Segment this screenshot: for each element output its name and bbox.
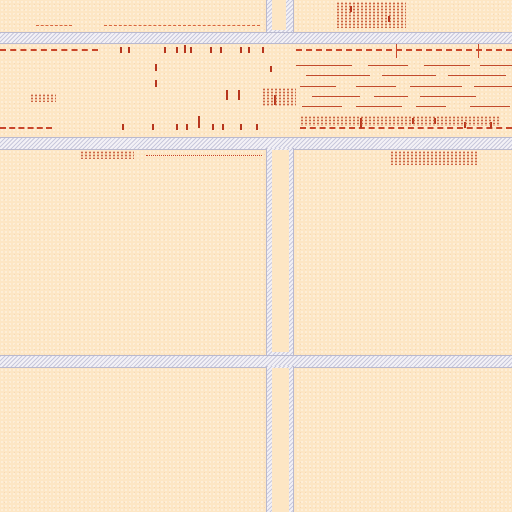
lot-line — [356, 106, 402, 107]
lot-line — [296, 65, 352, 66]
parcel-line-top-left — [36, 25, 72, 26]
block-sw — [0, 368, 265, 512]
block-e-mid — [296, 150, 512, 355]
road-top-h[interactable] — [0, 32, 512, 44]
feature-mark — [220, 47, 222, 53]
lot-line — [424, 65, 470, 66]
lot-line — [470, 106, 510, 107]
parcel-line-band-bottom — [0, 127, 52, 129]
feature-mark — [248, 47, 250, 53]
feature-mark — [210, 47, 212, 53]
feature-mark — [226, 90, 228, 100]
parcel-line-band-top-east — [296, 49, 512, 51]
lot-line — [480, 65, 512, 66]
feature-mark — [120, 47, 122, 53]
building-cluster-e-mid — [390, 151, 478, 165]
map-canvas[interactable] — [0, 0, 512, 512]
road-v-upper-median — [272, 0, 286, 30]
feature-mark — [122, 124, 124, 130]
feature-mark — [238, 90, 240, 100]
parcel-line-band-top — [0, 49, 98, 51]
feature-mark — [198, 116, 200, 128]
building-cluster-band-west — [30, 94, 56, 102]
lot-line — [448, 75, 506, 76]
building-cluster-w-mid — [80, 151, 134, 159]
feature-mark — [128, 47, 130, 53]
parcel-line-top-mid — [104, 25, 260, 26]
road-v-bottom-median — [272, 368, 289, 512]
feature-mark — [262, 47, 264, 53]
lot-line — [416, 106, 446, 107]
lot-line — [312, 96, 360, 97]
feature-mark — [190, 47, 192, 53]
feature-mark — [270, 66, 272, 72]
lot-line — [356, 86, 396, 87]
parcel-line-w-mid — [146, 155, 262, 156]
road-v-lower-median — [272, 150, 289, 352]
feature-mark — [388, 16, 390, 22]
feature-mark — [164, 47, 166, 53]
lot-line — [300, 86, 336, 87]
lot-line — [420, 96, 476, 97]
feature-mark — [256, 124, 258, 130]
feature-mark — [155, 80, 157, 87]
lot-line — [302, 106, 342, 107]
feature-mark — [184, 45, 186, 53]
road-low-h[interactable] — [0, 355, 512, 368]
feature-mark — [240, 47, 242, 53]
feature-mark — [176, 124, 178, 130]
parcel-line-band-bottom-east — [300, 127, 512, 129]
building-cluster-band-mid — [262, 88, 296, 106]
building-cluster-ne — [336, 2, 406, 28]
feature-mark — [222, 124, 224, 130]
feature-mark — [152, 124, 154, 130]
lot-line — [306, 75, 370, 76]
feature-mark — [350, 6, 352, 12]
feature-mark — [176, 47, 178, 53]
feature-mark — [186, 124, 188, 130]
building-cluster-band-east — [300, 116, 500, 126]
feature-mark — [478, 44, 479, 58]
block-nw — [0, 0, 265, 32]
lot-line — [368, 65, 408, 66]
block-se — [296, 368, 512, 512]
lot-line — [410, 86, 462, 87]
feature-mark — [240, 124, 242, 130]
road-mid-h[interactable] — [0, 137, 512, 150]
lot-line — [474, 86, 512, 87]
feature-mark — [212, 124, 214, 130]
feature-mark — [155, 64, 157, 71]
block-w-mid — [0, 150, 265, 355]
lot-line — [374, 96, 408, 97]
feature-mark — [396, 44, 397, 58]
lot-line — [382, 75, 436, 76]
